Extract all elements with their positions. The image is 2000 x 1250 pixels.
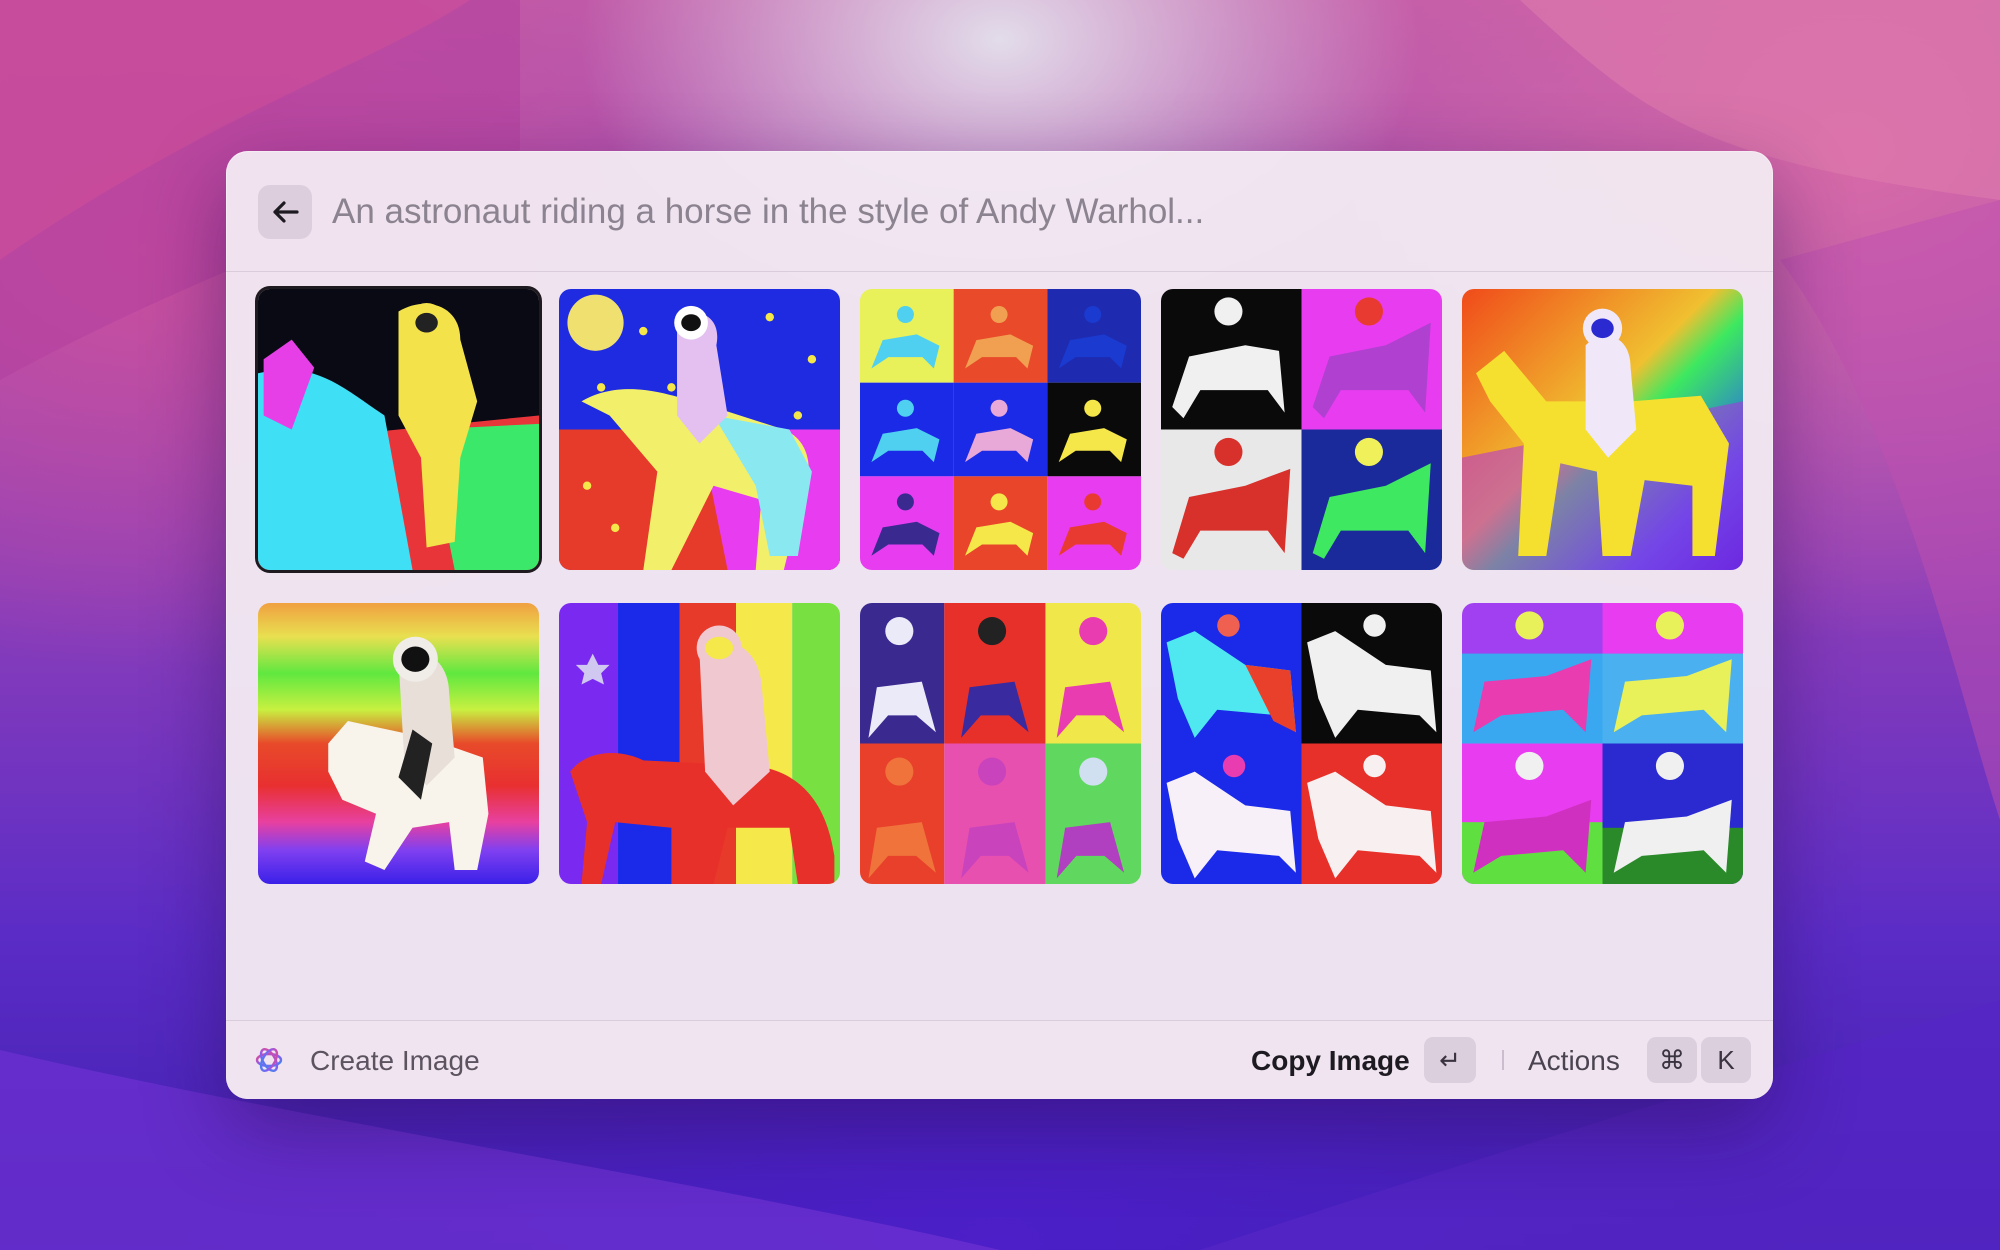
command-key-icon: ⌘ <box>1647 1037 1697 1083</box>
return-key-icon: ↵ <box>1424 1037 1476 1083</box>
image-result-6[interactable] <box>258 603 539 884</box>
image-result-2[interactable] <box>559 289 840 570</box>
divider <box>1502 1050 1504 1070</box>
image-results-grid <box>258 289 1743 884</box>
arrow-left-icon <box>273 201 299 223</box>
copy-image-button[interactable]: Copy Image <box>1251 1045 1410 1077</box>
image-result-7[interactable] <box>559 603 840 884</box>
back-button[interactable] <box>258 185 312 239</box>
openai-logo-icon <box>255 1047 283 1073</box>
image-result-1[interactable] <box>258 289 539 570</box>
action-bar: Create Image Copy Image ↵ Actions ⌘ K <box>226 1020 1773 1099</box>
image-result-9[interactable] <box>1161 603 1442 884</box>
image-result-3[interactable] <box>860 289 1141 570</box>
command-window: Create Image Copy Image ↵ Actions ⌘ K <box>226 151 1773 1099</box>
search-bar <box>226 151 1773 272</box>
k-key: K <box>1701 1037 1751 1083</box>
image-result-10[interactable] <box>1462 603 1743 884</box>
search-input[interactable] <box>330 181 1714 243</box>
command-title: Create Image <box>310 1045 480 1076</box>
image-result-8[interactable] <box>860 603 1141 884</box>
image-result-4[interactable] <box>1161 289 1442 570</box>
actions-button[interactable]: Actions <box>1528 1045 1620 1077</box>
image-result-5[interactable] <box>1462 289 1743 570</box>
